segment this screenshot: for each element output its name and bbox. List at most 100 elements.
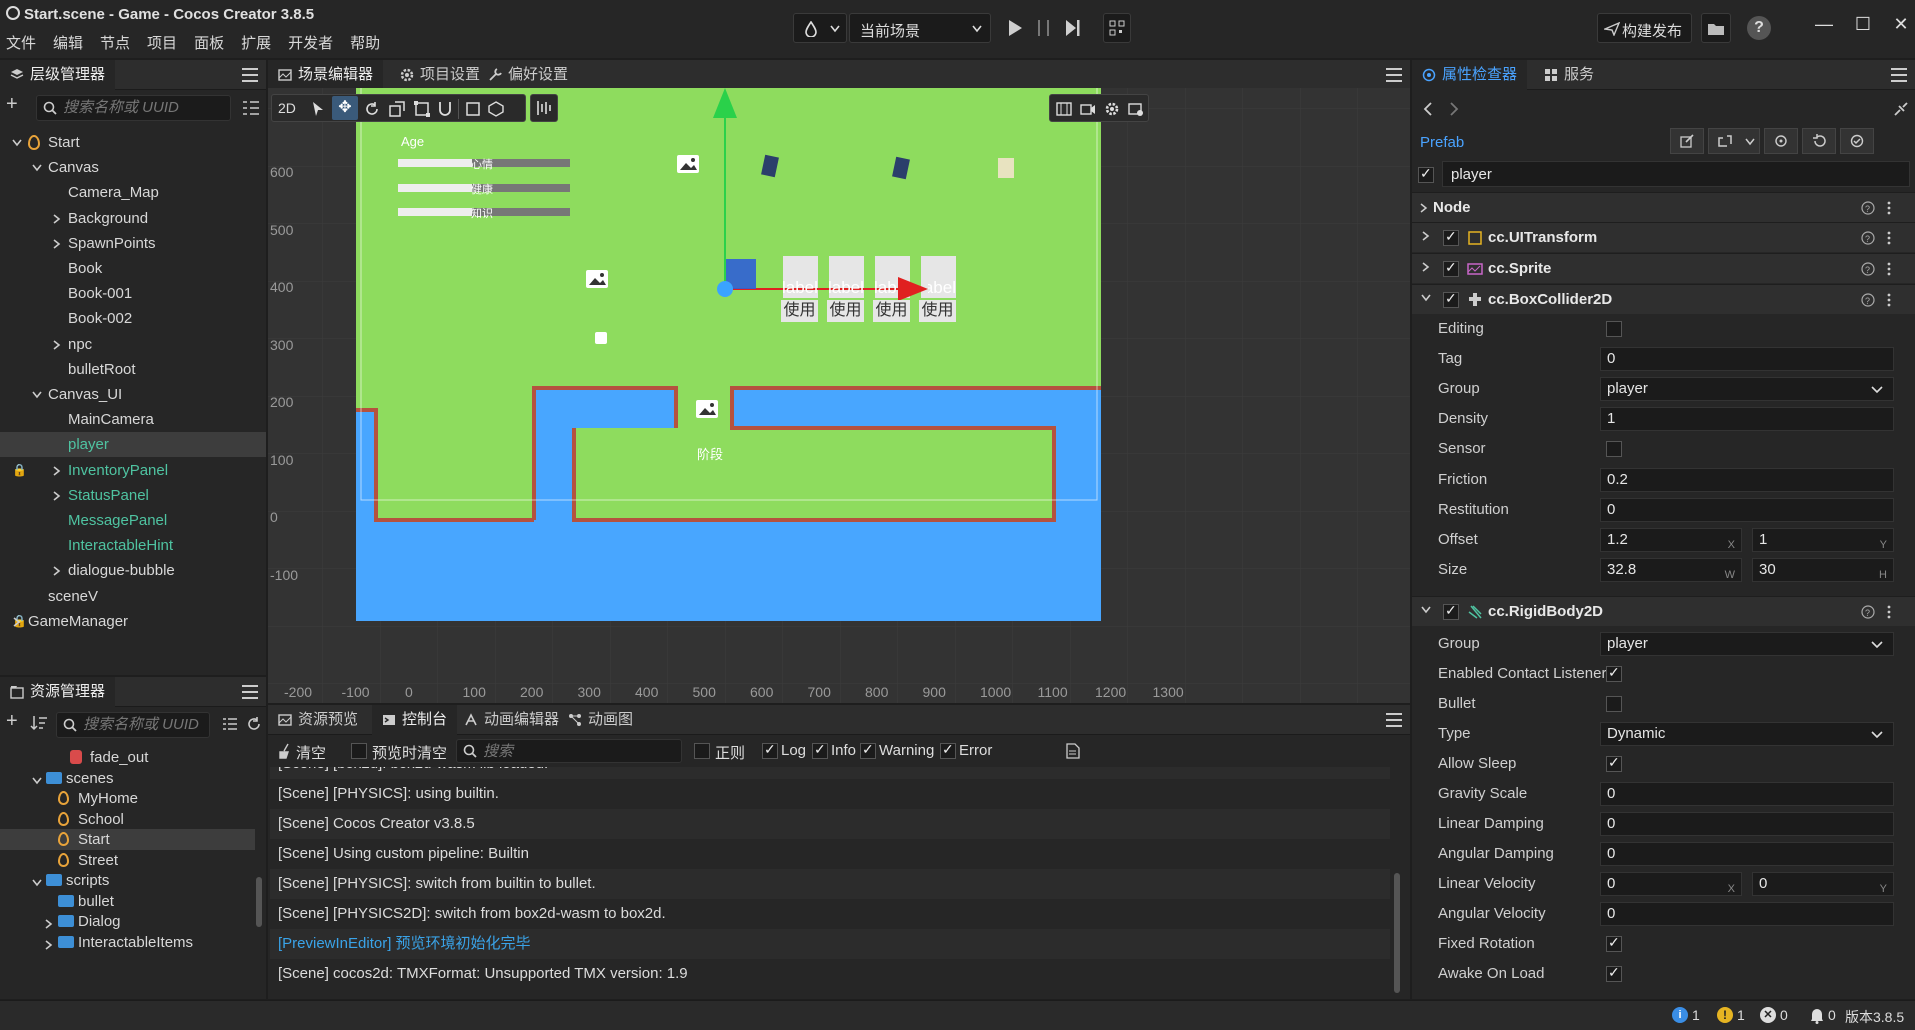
pin-icon[interactable] [1894,102,1908,116]
platform-select[interactable] [793,13,847,43]
filter-warning-checkbox[interactable] [860,741,876,759]
property-input[interactable]: 0 [1600,812,1894,836]
chevron-down-icon[interactable] [1421,293,1431,303]
scene-menu-icon[interactable] [1386,68,1402,82]
property-vector-input[interactable]: 32.8 W [1600,558,1742,582]
maximize-icon[interactable]: ☐ [1851,14,1875,38]
scale-tool-icon[interactable] [389,101,405,117]
pivot-icon[interactable] [465,101,481,117]
use-button[interactable]: 使用 [827,300,864,322]
hierarchy-item[interactable]: sceneV [0,584,266,609]
component-header[interactable]: cc.UITransform? [1412,222,1915,252]
menu-item[interactable]: 文件 [6,32,36,53]
asset-item[interactable]: bullet [0,891,255,912]
hierarchy-item[interactable]: npc [0,332,266,357]
log-file-icon[interactable] [1066,743,1080,759]
property-select[interactable]: player [1600,377,1894,401]
add-node-icon[interactable]: + [6,94,26,114]
menu-item[interactable]: 节点 [100,32,130,53]
node-active-checkbox[interactable] [1418,165,1434,183]
asset-item[interactable]: Dialog [0,911,255,932]
asset-item[interactable]: scripts [0,870,255,891]
help-circle-icon[interactable]: ? [1861,262,1875,276]
property-input[interactable]: 0.2 [1600,468,1894,492]
component-enabled-checkbox[interactable] [1443,259,1459,277]
prefab-link-button[interactable] [1708,128,1760,154]
prefab-locate-button[interactable] [1764,128,1798,154]
hierarchy-item[interactable]: 🔒 InventoryPanel [0,458,266,483]
minimize-icon[interactable]: — [1812,14,1836,38]
global-icon[interactable] [488,101,504,117]
property-vector-input[interactable]: 30 H [1752,558,1894,582]
assets-scrollbar[interactable] [256,877,262,927]
chevron-right-icon[interactable] [52,239,62,249]
prefab-revert-button[interactable] [1802,128,1836,154]
chevron-down-icon[interactable] [12,138,22,148]
asset-item[interactable]: scenes [0,768,255,789]
hierarchy-item[interactable]: Book-002 [0,306,266,331]
chevron-down-icon[interactable] [1421,605,1431,615]
hierarchy-item[interactable]: InteractableHint [0,533,266,558]
property-vector-input[interactable]: 1.2 X [1600,528,1742,552]
close-icon[interactable]: ✕ [1889,14,1913,38]
hierarchy-item[interactable]: Book [0,256,266,281]
menu-item[interactable]: 帮助 [350,32,380,53]
more-vertical-icon[interactable] [1887,231,1891,245]
property-checkbox[interactable] [1606,964,1622,982]
property-vector-input[interactable]: 0X [1600,872,1742,896]
more-vertical-icon[interactable] [1887,201,1891,215]
use-button[interactable]: 使用 [781,300,818,322]
help-icon[interactable]: ? [1747,16,1771,40]
tab-console[interactable]: 控制台 [372,705,458,735]
component-enabled-checkbox[interactable] [1443,290,1459,308]
tab-inspector[interactable]: 属性检查器 [1412,60,1528,90]
tab-preferences[interactable]: 偏好设置 [478,60,578,90]
hierarchy-item[interactable]: player [0,432,266,458]
pause-icon[interactable] [1037,19,1051,37]
property-vector-input[interactable]: 0Y [1752,872,1894,896]
tab-hierarchy[interactable]: 层级管理器 [0,60,116,90]
scene-viewport[interactable]: Age 心情 健康 知识 label label label label 使用 … [268,88,1410,703]
build-button[interactable]: 构建发布 [1597,13,1692,43]
play-icon[interactable] [1007,19,1023,37]
menu-item[interactable]: 扩展 [241,32,271,53]
hierarchy-item[interactable]: Background [0,206,266,231]
hierarchy-item[interactable]: bulletRoot [0,357,266,382]
asset-item[interactable]: InteractableItems [0,932,255,953]
hierarchy-search-input[interactable]: 搜索名称或 UUID [36,95,231,121]
chevron-right-icon[interactable] [52,491,62,501]
refresh-icon[interactable] [246,716,262,732]
tab-animation-graph[interactable]: 动画图 [558,705,643,735]
lock-icon[interactable]: 🔒 [12,458,27,483]
use-button[interactable]: 使用 [919,300,956,322]
hierarchy-item[interactable]: dialogue-bubble [0,558,266,583]
property-checkbox[interactable] [1606,664,1622,682]
hierarchy-item[interactable]: Start [0,130,266,155]
layout-icon[interactable] [1056,102,1072,116]
tab-assets[interactable]: 资源管理器 [0,677,116,707]
hierarchy-item[interactable]: SpawnPoints [0,231,266,256]
npc-sprite[interactable] [998,158,1014,178]
tab-animation-editor[interactable]: 动画编辑器 [454,705,569,735]
property-vector-input[interactable]: 1Y [1752,528,1894,552]
asset-item[interactable]: MyHome [0,788,255,809]
inspector-menu-icon[interactable] [1891,68,1907,82]
select-tool-icon[interactable] [311,101,325,117]
menu-item[interactable]: 面板 [194,32,224,53]
list-icon[interactable] [222,717,238,731]
sort-list-icon[interactable] [242,100,260,116]
property-input[interactable]: 0 [1600,782,1894,806]
scene-select[interactable]: 当前场景 [849,13,991,43]
chevron-right-icon[interactable] [44,919,54,929]
2d-toggle[interactable]: 2D [278,100,296,116]
hierarchy-item[interactable]: StatusPanel [0,483,266,508]
open-folder-button[interactable] [1701,13,1731,43]
asset-item[interactable]: Street [0,850,255,871]
camera-settings-icon[interactable] [1128,101,1144,117]
filter-log-checkbox[interactable] [762,741,778,759]
menu-item[interactable]: 开发者 [288,32,333,53]
property-input[interactable]: 1 [1600,407,1894,431]
tab-services[interactable]: 服务 [1534,60,1604,90]
camera-icon[interactable] [1080,102,1096,116]
asset-item[interactable]: fade_out [0,747,255,768]
